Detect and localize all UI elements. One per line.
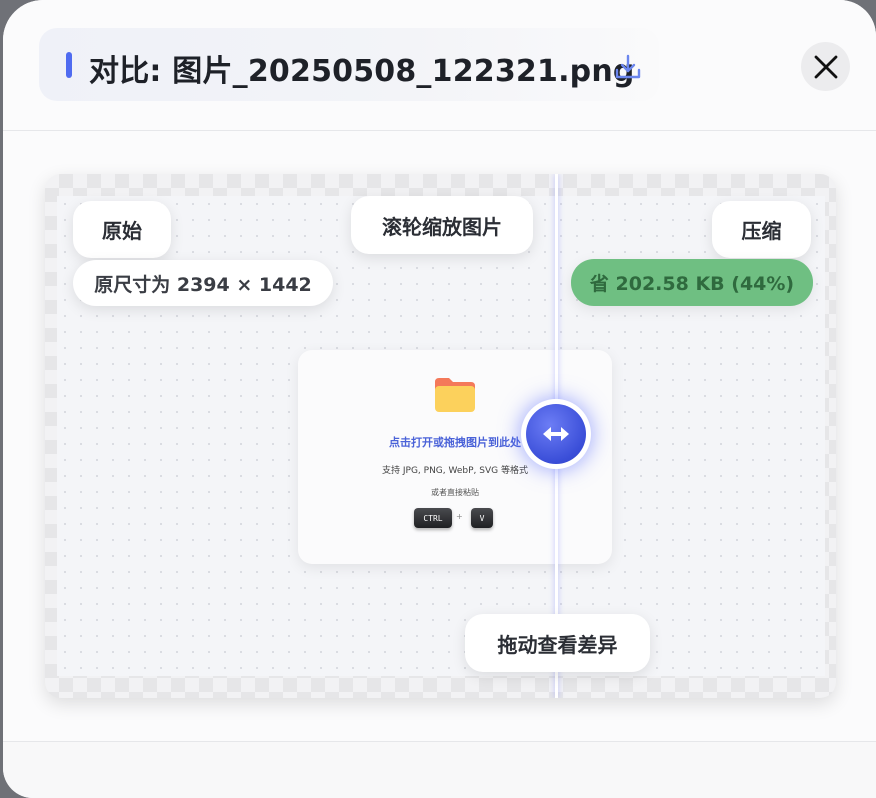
folder-icon	[435, 378, 475, 412]
compare-dialog: 对比: 图片_20250508_122321.png 点击打开或拖拽图片到此处 …	[3, 0, 876, 798]
download-icon[interactable]	[611, 50, 645, 84]
key-ctrl: CTRL	[414, 508, 452, 528]
key-plus: +	[456, 512, 463, 521]
compressed-label: 压缩	[712, 201, 811, 258]
left-right-arrows-icon	[543, 427, 569, 441]
saved-size-badge: 省 202.58 KB (44%)	[571, 259, 813, 306]
paste-hint: 或者直接粘贴	[431, 488, 479, 497]
dialog-footer	[3, 741, 876, 798]
close-icon	[814, 55, 837, 78]
drag-hint: 拖动查看差异	[465, 614, 650, 672]
close-button[interactable]	[801, 42, 850, 91]
zoom-hint: 滚轮缩放图片	[351, 196, 533, 254]
dialog-title: 对比: 图片_20250508_122321.png	[89, 54, 635, 89]
split-handle[interactable]	[521, 399, 591, 469]
original-label: 原始	[73, 201, 171, 258]
dialog-header: 对比: 图片_20250508_122321.png	[3, 0, 876, 131]
title-accent-bar	[66, 52, 72, 78]
title-bar: 对比: 图片_20250508_122321.png	[39, 28, 659, 101]
key-v: V	[471, 508, 493, 528]
image-compare-area[interactable]: 点击打开或拖拽图片到此处 支持 JPG, PNG, WebP, SVG 等格式 …	[45, 174, 836, 698]
original-dimensions: 原尺寸为 2394 × 1442	[73, 260, 333, 306]
